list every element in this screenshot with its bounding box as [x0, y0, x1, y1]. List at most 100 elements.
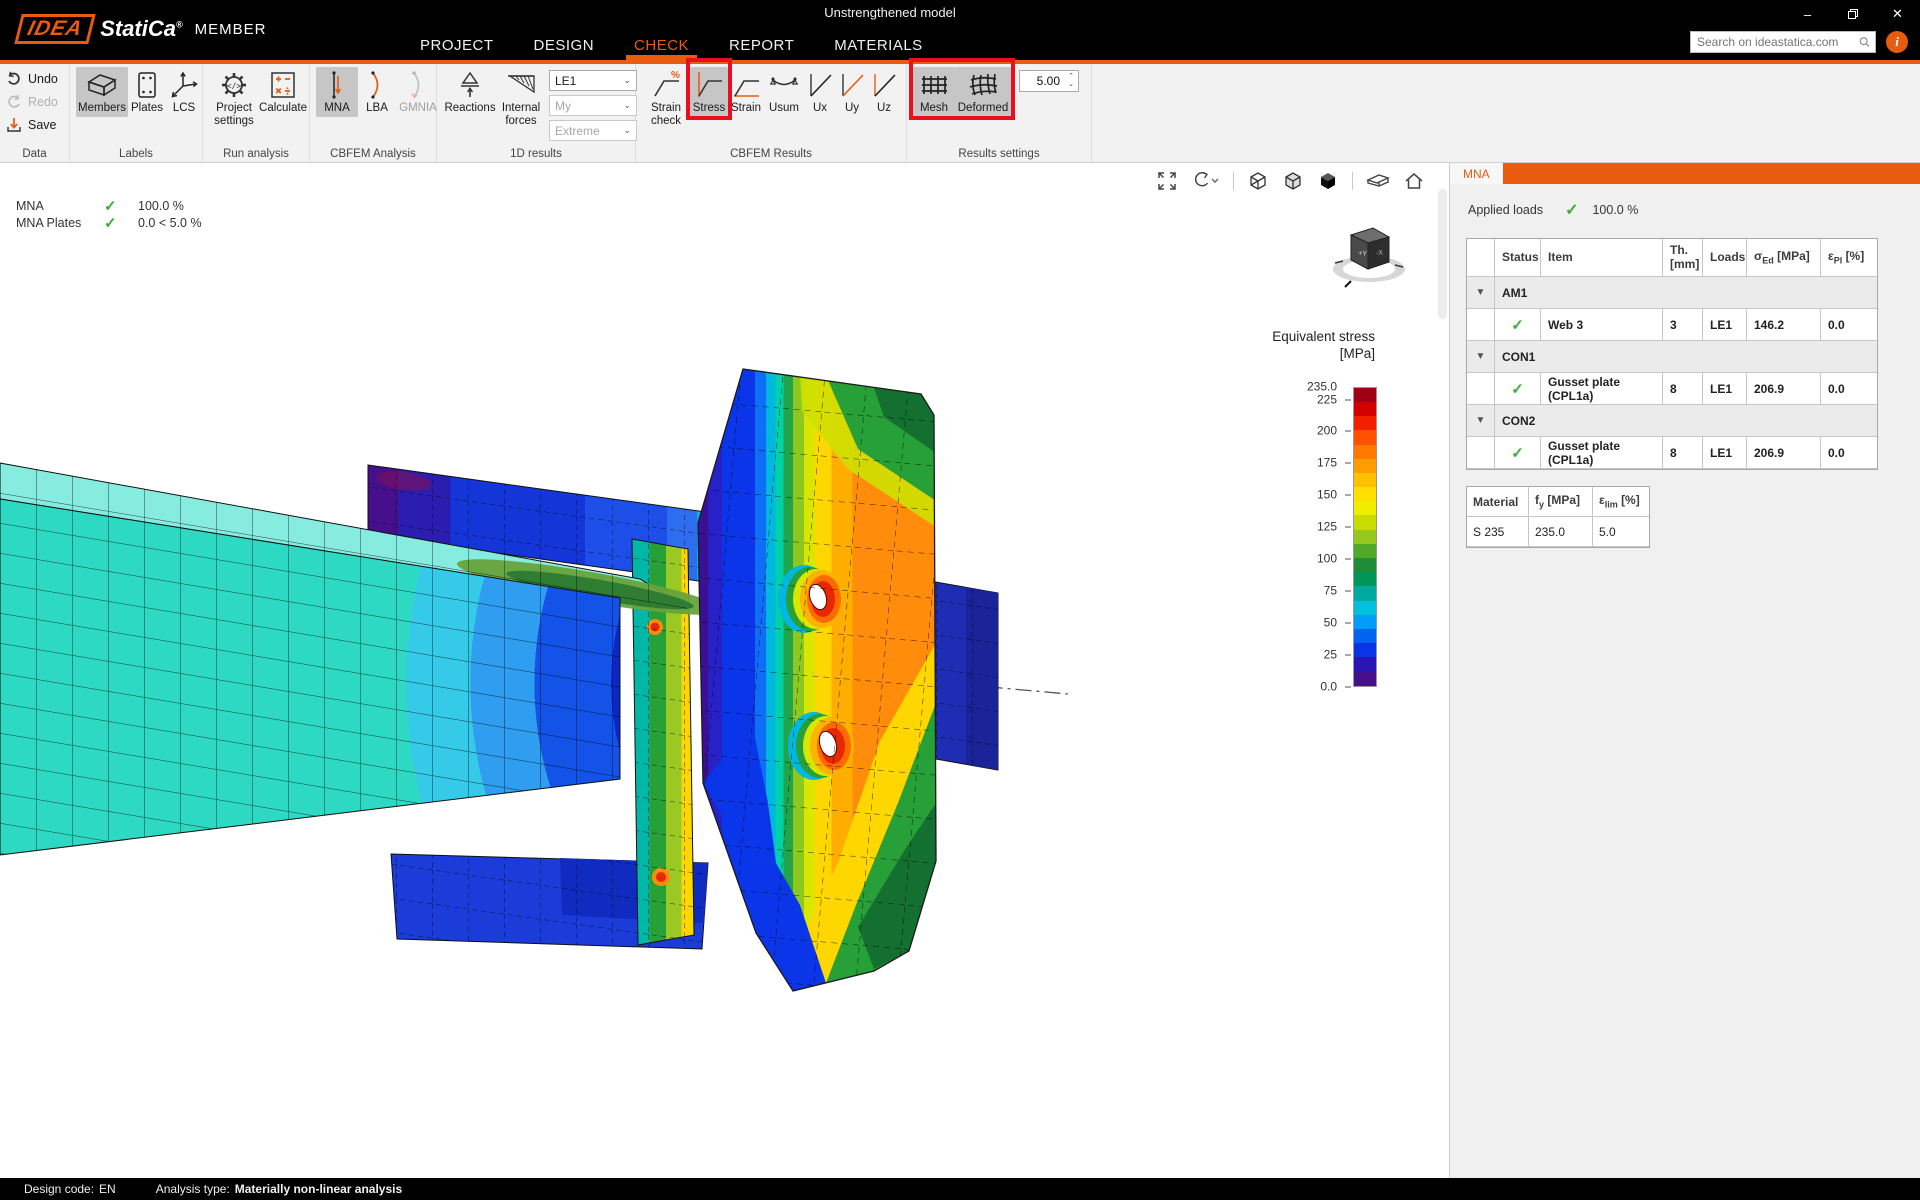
mesh-icon	[920, 69, 948, 101]
check-icon: ✓	[104, 214, 138, 232]
fit-view-icon[interactable]	[1157, 171, 1177, 191]
view-cube[interactable]: +Y -X	[1321, 219, 1417, 296]
restore-icon	[1848, 9, 1858, 19]
home-view-icon[interactable]	[1403, 171, 1425, 191]
redo-icon	[6, 94, 22, 110]
solid-view-icon[interactable]	[1317, 170, 1339, 192]
results-panel: MNA Applied loads ✓ 100.0 % Status Item …	[1449, 163, 1920, 1178]
deformed-mesh-icon	[968, 69, 998, 101]
mna-status-value: 100.0 %	[138, 199, 184, 213]
undo-button[interactable]: Undo	[6, 69, 58, 89]
toolbar-separator	[1352, 172, 1353, 190]
search-input[interactable]	[1691, 35, 1858, 49]
collapse-triangle-icon[interactable]: ▼	[1467, 341, 1495, 373]
ribbon-spacer	[1092, 64, 1920, 162]
strain-check-button[interactable]: % Strain check	[642, 67, 690, 129]
uy-button[interactable]: Uy	[836, 67, 868, 117]
close-button[interactable]: ✕	[1875, 0, 1920, 28]
ux-icon	[807, 69, 833, 101]
idea-logo-box: IDEA	[14, 14, 96, 44]
result-combos: LE1 ⌄ My ⌄ Extreme ⌄	[549, 67, 637, 141]
3d-viewport[interactable]: MNA ✓ 100.0 % MNA Plates ✓ 0.0 < 5.0 %	[0, 163, 1449, 1178]
strain-check-icon: %	[652, 69, 680, 101]
ribbon-group-cbfem-results: % Strain check Stress	[636, 64, 907, 162]
analysis-type-value: Materially non-linear analysis	[235, 1182, 402, 1196]
mna-plates-status-value: 0.0 < 5.0 %	[138, 216, 202, 230]
check-icon: ✓	[1565, 200, 1578, 220]
project-settings-button[interactable]: </> Project settings	[209, 67, 259, 129]
save-button[interactable]: Save	[6, 115, 58, 135]
check-icon: ✓	[1495, 437, 1541, 469]
minimize-button[interactable]: –	[1785, 0, 1830, 28]
deformed-button[interactable]: Deformed	[955, 67, 1011, 117]
ux-button[interactable]: Ux	[804, 67, 836, 117]
internal-forces-button[interactable]: Internal forces	[497, 67, 545, 129]
component-select[interactable]: My ⌄	[549, 95, 637, 116]
mna-button[interactable]: MNA	[316, 67, 358, 117]
collapse-triangle-icon[interactable]: ▼	[1467, 277, 1495, 309]
mna-plates-status-label: MNA Plates	[16, 216, 104, 230]
applied-loads-row: Applied loads ✓ 100.0 %	[1468, 200, 1904, 220]
svg-text:-X: -X	[1376, 250, 1384, 257]
shaded-view-icon[interactable]	[1282, 170, 1304, 192]
clip-plane-icon[interactable]	[1366, 171, 1390, 191]
lba-button[interactable]: LBA	[358, 67, 396, 117]
rotate-view-icon[interactable]	[1190, 171, 1220, 191]
deformation-scale-spinner[interactable]: 5.00 ⌃ ⌄	[1019, 70, 1079, 92]
stress-button[interactable]: Stress	[690, 67, 728, 117]
spinner-arrows[interactable]: ⌃ ⌄	[1064, 73, 1078, 88]
table-group-row[interactable]: ▼ CON2	[1467, 405, 1877, 437]
wireframe-view-icon[interactable]	[1247, 170, 1269, 192]
table-row[interactable]: ✓ Gusset plate (CPL1a) 8 LE1 206.9 0.0	[1467, 437, 1877, 469]
load-case-select[interactable]: LE1 ⌄	[549, 70, 637, 91]
restore-button[interactable]	[1830, 0, 1875, 28]
gear-icon: </>	[219, 69, 249, 101]
strain-button[interactable]: Strain	[728, 67, 764, 117]
chevron-down-icon: ⌄	[623, 125, 631, 136]
reactions-button[interactable]: Reactions	[443, 67, 497, 117]
mna-icon	[327, 69, 347, 101]
search-box[interactable]	[1690, 31, 1876, 53]
spinner-down-icon[interactable]: ⌄	[1068, 81, 1074, 89]
uz-button[interactable]: Uz	[868, 67, 900, 117]
panel-splitter[interactable]	[1438, 189, 1447, 319]
plate-icon	[136, 69, 158, 101]
table-group-row[interactable]: ▼ CON1	[1467, 341, 1877, 373]
mesh-button[interactable]: Mesh	[913, 67, 955, 117]
calculate-button[interactable]: Calculate	[259, 67, 307, 117]
material-table-row[interactable]: S 235 235.0 5.0	[1467, 517, 1649, 547]
plates-button[interactable]: Plates	[128, 67, 166, 117]
tab-mna[interactable]: MNA	[1450, 163, 1503, 184]
calculator-icon	[269, 69, 297, 101]
reactions-icon	[457, 69, 483, 101]
lcs-button[interactable]: LCS	[166, 67, 202, 117]
usum-icon	[769, 69, 799, 101]
highlight-stress: Stress	[690, 67, 728, 117]
tab-check[interactable]: CHECK	[634, 37, 689, 54]
spinner-up-icon[interactable]: ⌃	[1068, 73, 1074, 81]
info-button[interactable]: i	[1886, 31, 1908, 53]
applied-loads-label: Applied loads	[1468, 203, 1543, 217]
table-group-row[interactable]: ▼ AM1	[1467, 277, 1877, 309]
table-row[interactable]: ✓ Gusset plate (CPL1a) 8 LE1 206.9 0.0	[1467, 373, 1877, 405]
ribbon-group-results-settings: Mesh Deformed	[907, 64, 1092, 162]
tab-project[interactable]: PROJECT	[420, 37, 494, 54]
table-row[interactable]: ✓ Web 3 3 LE1 146.2 0.0	[1467, 309, 1877, 341]
redo-button[interactable]: Redo	[6, 92, 58, 112]
tab-report[interactable]: REPORT	[729, 37, 794, 54]
tab-design[interactable]: DESIGN	[534, 37, 595, 54]
check-icon: ✓	[1495, 373, 1541, 405]
gmnia-icon	[409, 69, 427, 101]
window-controls: – ✕	[1785, 0, 1920, 28]
member-box-icon	[85, 69, 119, 101]
ribbon-group-cbfem-analysis: MNA LBA GMN	[310, 64, 437, 162]
gmnia-button[interactable]: GMNIA	[396, 67, 440, 117]
tab-materials[interactable]: MATERIALS	[834, 37, 922, 54]
design-code-value: EN	[99, 1182, 116, 1196]
collapse-triangle-icon[interactable]: ▼	[1467, 405, 1495, 437]
check-icon: ✓	[1495, 309, 1541, 341]
axes-icon	[170, 69, 198, 101]
usum-button[interactable]: Usum	[764, 67, 804, 117]
extreme-select[interactable]: Extreme ⌄	[549, 120, 637, 141]
members-button[interactable]: Members	[76, 67, 128, 117]
